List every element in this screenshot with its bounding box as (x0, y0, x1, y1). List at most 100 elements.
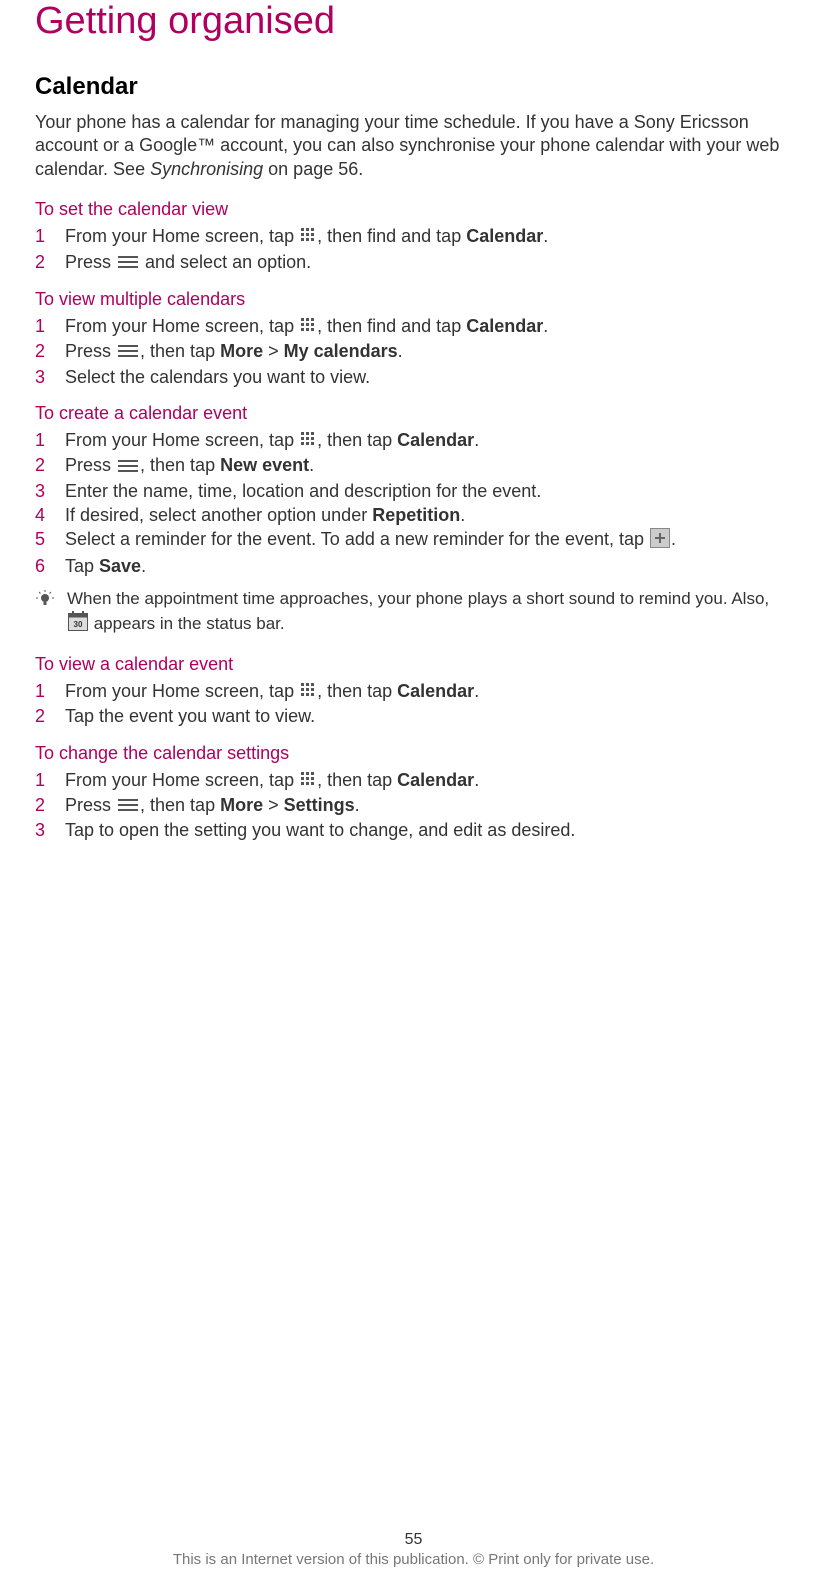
list-item: 2 Press , then tap New event. (35, 453, 792, 478)
step-num: 1 (35, 314, 45, 338)
step-text: , then tap (317, 770, 397, 790)
step-num: 5 (35, 527, 45, 551)
step-bold: Calendar (397, 770, 474, 790)
list-item: 2 Tap the event you want to view. (35, 704, 792, 728)
step-text: . (141, 556, 146, 576)
step-text: . (355, 795, 360, 815)
step-bold: Calendar (397, 681, 474, 701)
tip-post: appears in the status bar. (89, 614, 285, 633)
app-grid-icon (300, 769, 316, 793)
list-item: 2 Press and select an option. (35, 250, 792, 275)
intro-paragraph: Your phone has a calendar for managing y… (35, 111, 792, 181)
step-text: Select the calendars you want to view. (65, 367, 370, 387)
step-bold: Calendar (466, 316, 543, 336)
step-bold: More (220, 795, 263, 815)
steps-change-settings: 1 From your Home screen, tap , then tap … (35, 768, 792, 843)
step-text: Select a reminder for the event. To add … (65, 529, 649, 549)
step-num: 1 (35, 224, 45, 248)
step-text: . (309, 455, 314, 475)
step-text: . (543, 316, 548, 336)
step-num: 2 (35, 793, 45, 817)
copyright-line: This is an Internet version of this publ… (0, 1551, 827, 1568)
step-num: 4 (35, 503, 45, 527)
step-text: Press (65, 252, 116, 272)
step-text: > (263, 341, 284, 361)
list-item: 3 Select the calendars you want to view. (35, 365, 792, 389)
step-text: , then tap (140, 341, 220, 361)
page-number: 55 (0, 1531, 827, 1549)
step-text: From your Home screen, tap (65, 770, 299, 790)
step-bold: Calendar (466, 226, 543, 246)
tip-text: When the appointment time approaches, yo… (67, 588, 792, 638)
calendar-badge-icon (68, 611, 88, 638)
step-bold: Repetition (372, 505, 460, 525)
step-num: 1 (35, 679, 45, 703)
step-text: . (474, 430, 479, 450)
step-text: , then tap (140, 455, 220, 475)
list-item: 1 From your Home screen, tap , then tap … (35, 768, 792, 793)
step-num: 3 (35, 365, 45, 389)
step-text: From your Home screen, tap (65, 316, 299, 336)
step-text: , then find and tap (317, 226, 466, 246)
step-text: Tap to open the setting you want to chan… (65, 820, 575, 840)
step-text: Press (65, 341, 116, 361)
menu-icon (117, 251, 139, 275)
page-footer: 55 This is an Internet version of this p… (0, 1531, 827, 1568)
step-text: From your Home screen, tap (65, 430, 299, 450)
step-num: 2 (35, 250, 45, 274)
step-text: , then tap (317, 430, 397, 450)
step-text: From your Home screen, tap (65, 681, 299, 701)
step-text: , then find and tap (317, 316, 466, 336)
steps-create-event: 1 From your Home screen, tap , then tap … (35, 428, 792, 578)
steps-view-event: 1 From your Home screen, tap , then tap … (35, 679, 792, 729)
step-bold: More (220, 341, 263, 361)
step-num: 2 (35, 339, 45, 363)
list-item: 5 Select a reminder for the event. To ad… (35, 527, 792, 553)
tip-row: When the appointment time approaches, yo… (35, 588, 792, 638)
step-bold: New event (220, 455, 309, 475)
list-item: 4 If desired, select another option unde… (35, 503, 792, 527)
steps-set-view: 1 From your Home screen, tap , then find… (35, 224, 792, 275)
subhead-create-event: To create a calendar event (35, 403, 792, 424)
step-bold: Settings (284, 795, 355, 815)
tip-bulb-icon (36, 590, 54, 613)
list-item: 6 Tap Save. (35, 554, 792, 578)
step-num: 6 (35, 554, 45, 578)
step-text: Tap (65, 556, 99, 576)
list-item: 1 From your Home screen, tap , then find… (35, 224, 792, 249)
menu-icon (117, 455, 139, 479)
step-num: 1 (35, 768, 45, 792)
plus-box-icon (650, 528, 670, 554)
list-item: 1 From your Home screen, tap , then tap … (35, 679, 792, 704)
step-text: . (474, 770, 479, 790)
step-text: Enter the name, time, location and descr… (65, 481, 541, 501)
list-item: 1 From your Home screen, tap , then tap … (35, 428, 792, 453)
steps-multi-cal: 1 From your Home screen, tap , then find… (35, 314, 792, 389)
step-num: 1 (35, 428, 45, 452)
intro-link: Synchronising (150, 159, 263, 179)
step-text: . (543, 226, 548, 246)
list-item: 1 From your Home screen, tap , then find… (35, 314, 792, 339)
menu-icon (117, 340, 139, 364)
chapter-title: Getting organised (35, 0, 792, 43)
subhead-view-event: To view a calendar event (35, 654, 792, 675)
step-text: and select an option. (140, 252, 311, 272)
step-text: Press (65, 795, 116, 815)
step-num: 2 (35, 704, 45, 728)
step-bold: My calendars (284, 341, 398, 361)
list-item: 3 Tap to open the setting you want to ch… (35, 818, 792, 842)
list-item: 2 Press , then tap More > Settings. (35, 793, 792, 818)
step-text: Press (65, 455, 116, 475)
step-text: From your Home screen, tap (65, 226, 299, 246)
subhead-set-view: To set the calendar view (35, 199, 792, 220)
step-text: > (263, 795, 284, 815)
list-item: 3 Enter the name, time, location and des… (35, 479, 792, 503)
step-num: 3 (35, 818, 45, 842)
section-title: Calendar (35, 73, 792, 101)
step-text: Tap the event you want to view. (65, 706, 315, 726)
step-text: , then tap (317, 681, 397, 701)
step-bold: Save (99, 556, 141, 576)
step-text: . (398, 341, 403, 361)
intro-post: on page 56. (263, 159, 363, 179)
step-text: If desired, select another option under (65, 505, 372, 525)
